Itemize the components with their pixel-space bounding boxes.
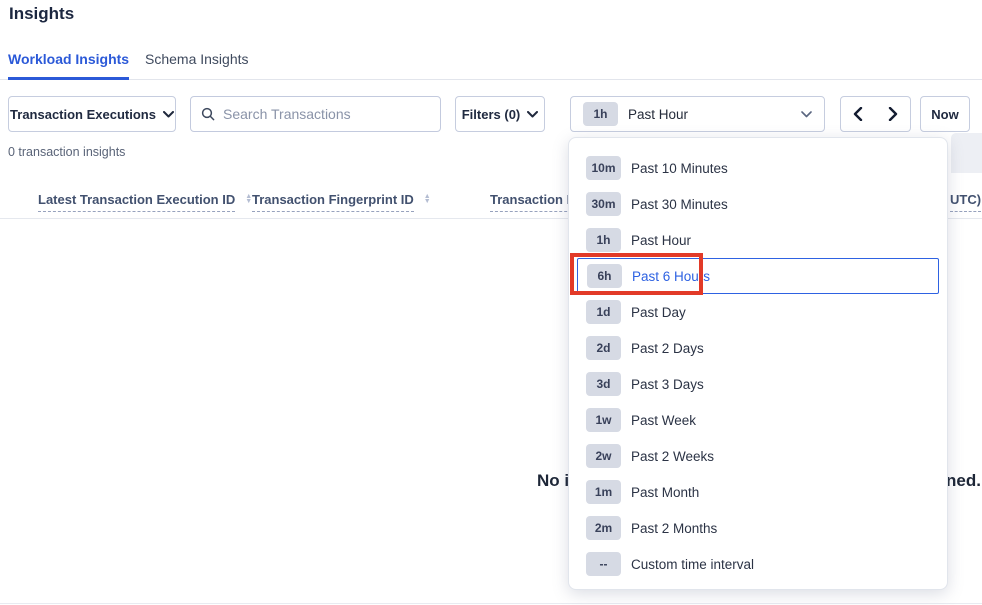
time-interval-option-10m[interactable]: 10m Past 10 Minutes: [569, 150, 947, 186]
time-interval-option-label: Past 2 Days: [631, 341, 704, 356]
time-interval-option-badge: 30m: [586, 192, 621, 216]
time-interval-option-2d[interactable]: 2d Past 2 Days: [569, 330, 947, 366]
time-interval-option-badge: 3d: [586, 372, 621, 396]
search-box[interactable]: [190, 96, 441, 132]
time-interval-option-badge: 1h: [586, 228, 621, 252]
time-interval-option-badge: 1d: [586, 300, 621, 324]
time-interval-option-1w[interactable]: 1w Past Week: [569, 402, 947, 438]
time-interval-option-label: Past 30 Minutes: [631, 197, 728, 212]
previous-interval-button[interactable]: [840, 96, 876, 132]
filters-button[interactable]: Filters (0): [455, 96, 545, 132]
time-interval-option-30m[interactable]: 30m Past 30 Minutes: [569, 186, 947, 222]
sort-icon[interactable]: ▲▼: [424, 194, 431, 204]
time-interval-option-badge: 2m: [586, 516, 621, 540]
chevron-left-icon: [853, 107, 863, 121]
page-bottom-divider: [0, 603, 982, 604]
time-interval-option-label: Past Day: [631, 305, 686, 320]
time-interval-option-label: Past 2 Weeks: [631, 449, 714, 464]
time-interval-option-label: Past Week: [631, 413, 696, 428]
time-interval-select[interactable]: 1h Past Hour: [570, 96, 825, 132]
chevron-right-icon: [888, 107, 898, 121]
column-header-transaction-fingerprint-id[interactable]: Transaction Fingerprint ID ▲▼: [252, 192, 431, 212]
results-count: 0 transaction insights: [8, 145, 125, 159]
empty-state-message-fragment-right: ned.: [946, 471, 981, 491]
now-button[interactable]: Now: [920, 96, 970, 132]
time-interval-option-label: Past 2 Months: [631, 521, 717, 536]
chevron-down-icon: [163, 111, 174, 118]
tab-bar: Workload Insights Schema Insights: [0, 44, 982, 80]
chevron-down-icon: [527, 111, 538, 118]
filters-label: Filters (0): [462, 107, 521, 122]
time-interval-badge: 1h: [583, 102, 618, 126]
chevron-down-icon: [801, 111, 812, 118]
time-interval-value: Past Hour: [628, 107, 688, 122]
column-header-utc-clipped[interactable]: UTC): [950, 192, 981, 212]
next-interval-button[interactable]: [875, 96, 911, 132]
clipped-panel-edge: [951, 133, 982, 173]
time-interval-option-badge: 1m: [586, 480, 621, 504]
time-interval-option-badge: 10m: [586, 156, 621, 180]
time-interval-option-badge: 2d: [586, 336, 621, 360]
time-interval-option-1h[interactable]: 1h Past Hour: [569, 222, 947, 258]
column-header-latest-transaction-execution-id[interactable]: Latest Transaction Execution ID ▲▼: [38, 192, 252, 212]
time-interval-option-badge: 1w: [586, 408, 621, 432]
time-interval-option-3d[interactable]: 3d Past 3 Days: [569, 366, 947, 402]
time-interval-option-badge: 2w: [586, 444, 621, 468]
view-type-label: Transaction Executions: [10, 107, 156, 122]
search-icon: [201, 107, 215, 121]
search-input[interactable]: [223, 106, 430, 122]
time-interval-option-2w[interactable]: 2w Past 2 Weeks: [569, 438, 947, 474]
time-interval-option-1m[interactable]: 1m Past Month: [569, 474, 947, 510]
time-interval-option-label: Past 6 Hours: [632, 269, 710, 284]
time-interval-option-badge: --: [586, 552, 621, 576]
tab-workload-insights[interactable]: Workload Insights: [8, 44, 129, 80]
time-interval-option-1d[interactable]: 1d Past Day: [569, 294, 947, 330]
time-interval-option-label: Past 3 Days: [631, 377, 704, 392]
time-interval-option-custom[interactable]: -- Custom time interval: [569, 546, 947, 582]
page-title: Insights: [9, 4, 74, 24]
insights-page: Insights Workload Insights Schema Insigh…: [0, 0, 982, 605]
time-interval-option-label: Custom time interval: [631, 557, 754, 572]
time-interval-menu: 10m Past 10 Minutes 30m Past 30 Minutes …: [568, 137, 948, 590]
tab-schema-insights[interactable]: Schema Insights: [145, 44, 249, 80]
time-interval-option-label: Past Hour: [631, 233, 691, 248]
time-interval-option-6h[interactable]: 6h Past 6 Hours: [577, 258, 939, 294]
view-type-dropdown-button[interactable]: Transaction Executions: [8, 96, 176, 132]
time-interval-option-label: Past Month: [631, 485, 699, 500]
time-interval-option-label: Past 10 Minutes: [631, 161, 728, 176]
time-interval-option-2m[interactable]: 2m Past 2 Months: [569, 510, 947, 546]
time-interval-option-badge: 6h: [587, 264, 622, 288]
